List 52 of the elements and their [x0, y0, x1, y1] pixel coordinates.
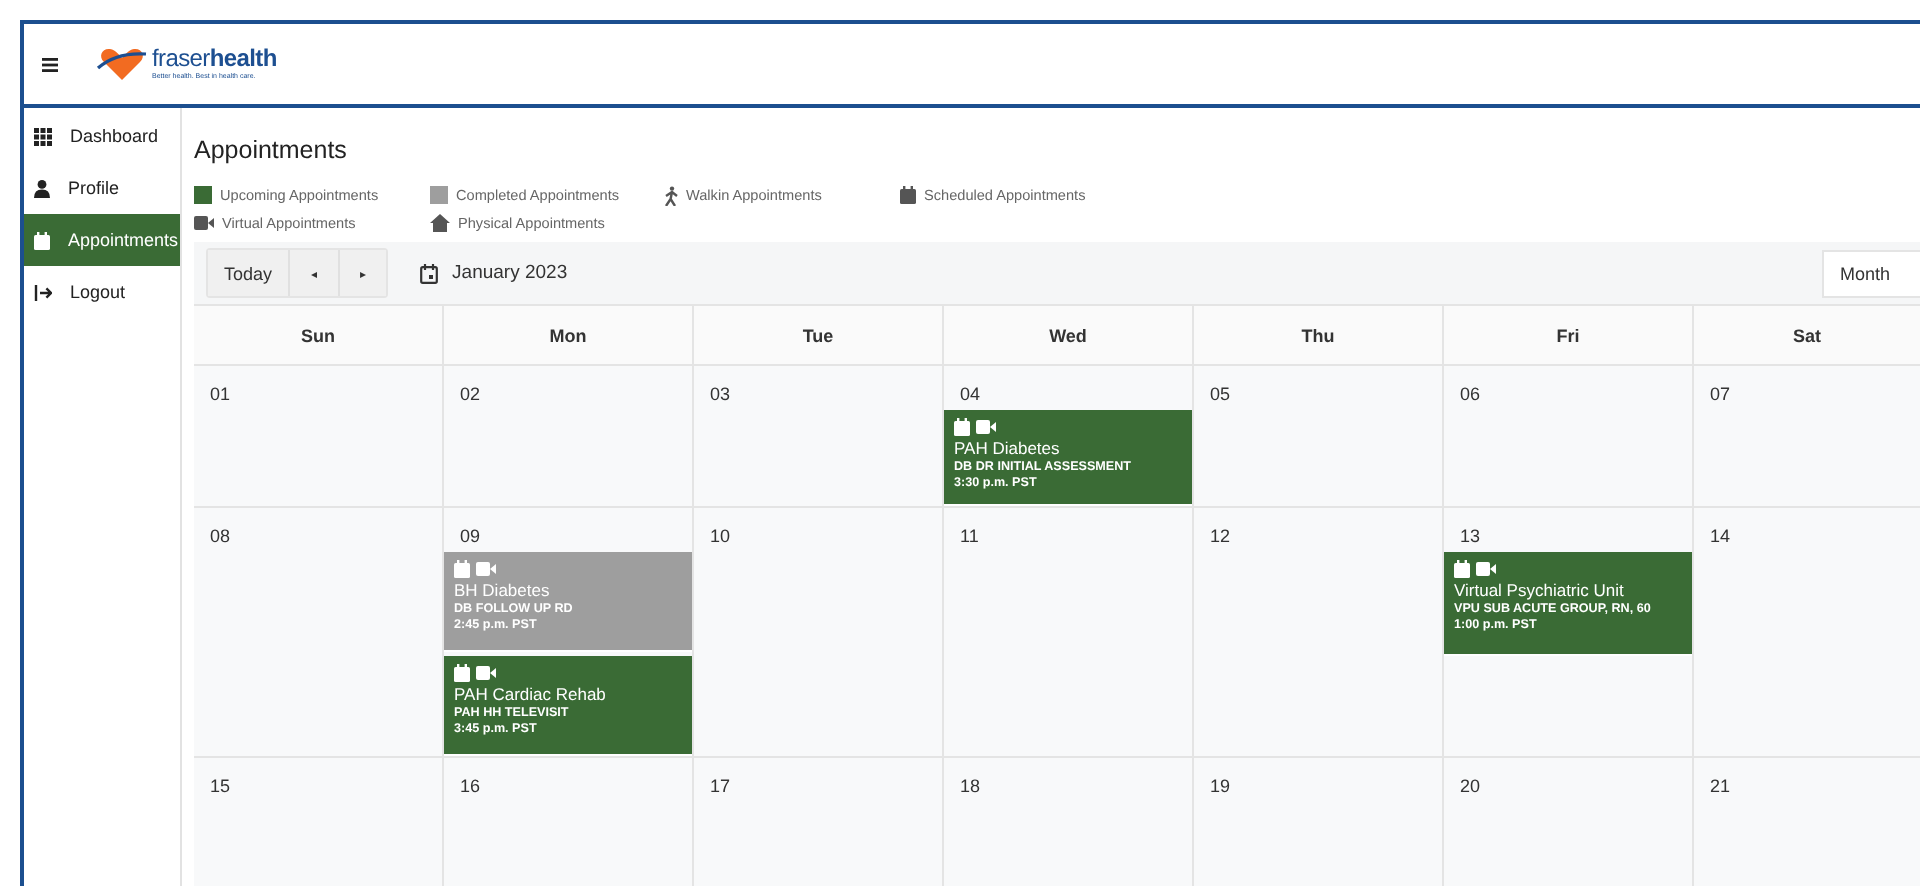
sidebar-item[interactable]: Logout	[24, 266, 180, 318]
walking-person-icon	[664, 185, 678, 205]
weekday-header: Tue	[694, 306, 944, 366]
calendar-icon	[420, 263, 439, 283]
day-number: 12	[1208, 524, 1231, 546]
sidebar-item[interactable]: Appointments	[24, 214, 180, 266]
day-number: 02	[458, 382, 481, 404]
day-number: 06	[1458, 382, 1481, 404]
day-number: 15	[208, 774, 231, 796]
person-icon	[34, 179, 50, 197]
day-number: 18	[958, 774, 981, 796]
day-number: 03	[708, 382, 731, 404]
today-button[interactable]: Today	[208, 250, 291, 296]
day-number: 17	[708, 774, 731, 796]
day-number: 11	[958, 524, 979, 546]
day-number: 09	[458, 524, 481, 546]
weekday-header: Wed	[944, 306, 1194, 366]
logout-icon	[34, 283, 52, 301]
weekday-header: Fri	[1444, 306, 1694, 366]
day-number: 21	[1708, 774, 1731, 796]
heart-logo-icon	[96, 46, 148, 82]
day-number: 16	[458, 774, 481, 796]
day-number: 04	[958, 382, 981, 404]
day-number: 13	[1458, 524, 1481, 546]
sidebar-item[interactable]: Profile	[24, 162, 180, 214]
grid-icon	[34, 127, 52, 145]
view-dropdown[interactable]: Month	[1822, 249, 1920, 297]
day-number: 07	[1708, 382, 1731, 404]
appointment-title: PAH Cardiac Rehab	[454, 684, 608, 704]
house-icon	[430, 214, 450, 232]
day-number: 01	[208, 382, 231, 404]
appointment-title: PAH Diabetes	[954, 438, 1062, 458]
day-number: 20	[1458, 774, 1481, 796]
appointment-title: BH Diabetes	[454, 580, 552, 600]
menu-icon[interactable]	[40, 54, 60, 74]
sidebar-item[interactable]: Dashboard	[24, 110, 180, 162]
appointment-title: Virtual Psychiatric Unit	[1454, 580, 1626, 600]
day-number: 14	[1708, 524, 1731, 546]
weekday-header: Sat	[1694, 306, 1920, 366]
day-number: 08	[208, 524, 231, 546]
weekday-header: Sun	[194, 306, 444, 366]
weekday-header: Thu	[1194, 306, 1444, 366]
month-title: January 2023	[452, 262, 568, 284]
calendar-icon	[34, 231, 50, 249]
day-number: 10	[708, 524, 731, 546]
calendar-icon	[900, 186, 916, 204]
day-number: 19	[1208, 774, 1231, 796]
page-title: Appointments	[194, 136, 349, 164]
day-number: 05	[1208, 382, 1231, 404]
video-camera-icon	[194, 216, 214, 230]
weekday-header: Mon	[444, 306, 694, 366]
brand-name: fraserhealth	[152, 46, 277, 71]
